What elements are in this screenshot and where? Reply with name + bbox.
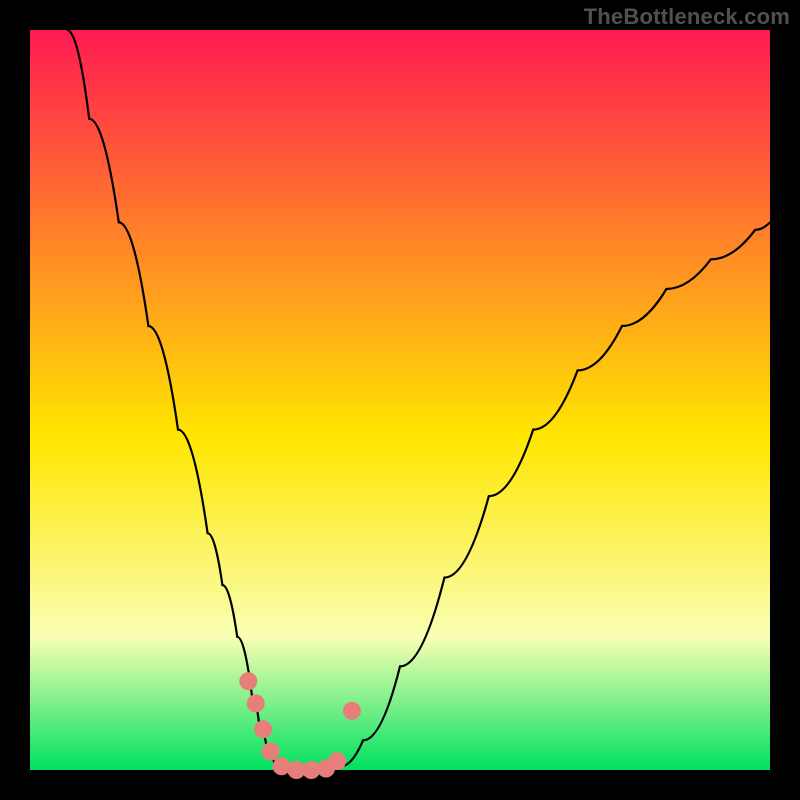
highlight-dot	[247, 694, 265, 712]
gradient-background	[30, 30, 770, 770]
highlight-dot	[343, 702, 361, 720]
chart-stage: TheBottleneck.com	[0, 0, 800, 800]
watermark-text: TheBottleneck.com	[584, 4, 790, 30]
chart-svg	[0, 0, 800, 800]
highlight-dot	[254, 720, 272, 738]
highlight-dot	[262, 743, 280, 761]
highlight-dot	[239, 672, 257, 690]
highlight-dot	[328, 752, 346, 770]
